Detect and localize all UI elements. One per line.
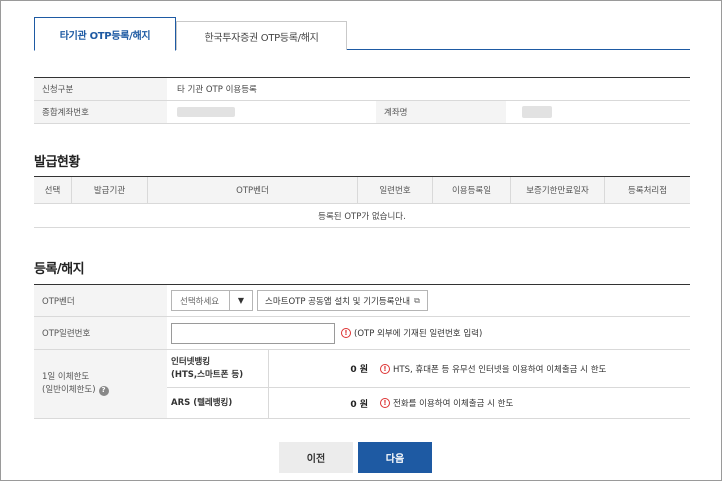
account-no-label: 종합계좌번호	[34, 101, 167, 123]
account-name-label: 계좌명	[376, 101, 506, 123]
internet-label-line2: (HTS,스마트폰 등)	[171, 369, 244, 380]
serial-row: OTP일련번호 ! (OTP 외부에 기재된 일련번호 입력)	[34, 317, 690, 350]
ars-note-text: 전화를 이용하여 이체출금 시 한도	[393, 399, 514, 409]
vendor-select-value: 선택하세요	[172, 291, 230, 310]
limit-label-line2-wrap: (일반이체한도) ?	[42, 384, 109, 397]
internet-amount: 0 원	[350, 365, 368, 375]
caret-down-icon: ▼	[237, 296, 245, 305]
request-info-table: 신청구분 타 기관 OTP 이용등록 종합계좌번호 계좌명	[34, 77, 690, 124]
col-serial: 일련번호	[358, 177, 433, 203]
request-type-row: 신청구분 타 기관 OTP 이용등록	[34, 78, 690, 101]
vendor-row: OTP벤더 선택하세요 ▼ 스마트OTP 공동앱 설치 및 기기등록안내 ⧉	[34, 285, 690, 317]
register-form: OTP벤더 선택하세요 ▼ 스마트OTP 공동앱 설치 및 기기등록안내 ⧉ O…	[34, 284, 690, 419]
internet-label-line1: 인터넷뱅킹	[171, 356, 211, 367]
question-circle-icon[interactable]: ?	[98, 385, 109, 396]
col-issuer: 발급기관	[72, 177, 148, 203]
serial-note-text: (OTP 외부에 기재된 일련번호 입력)	[354, 329, 483, 339]
account-name-value	[506, 101, 552, 123]
limit-detail: 인터넷뱅킹 (HTS,스마트폰 등) 0 원 ! HTS, 휴대폰 등 유무선 …	[167, 350, 690, 418]
ars-limit-row: ARS (텔레뱅킹) 0 원 ! 전화를 이용하여 이체출금 시 한도	[167, 388, 690, 418]
limit-row: 1일 이체한도 (일반이체한도) ? 인터넷뱅킹 (HTS,스마트폰 등) 0 …	[34, 350, 690, 419]
internet-label: 인터넷뱅킹 (HTS,스마트폰 등)	[167, 350, 269, 387]
col-vendor: OTP벤더	[148, 177, 358, 203]
serial-note: ! (OTP 외부에 기재된 일련번호 입력)	[341, 327, 482, 339]
ars-label: ARS (텔레뱅킹)	[167, 388, 269, 418]
ars-amount: 0 원	[350, 399, 368, 410]
new-window-icon: ⧉	[414, 295, 420, 305]
smart-otp-guide-label: 스마트OTP 공동앱 설치 및 기기등록안내	[265, 296, 411, 307]
limit-label: 1일 이체한도 (일반이체한도) ?	[34, 350, 167, 418]
smart-otp-guide-button[interactable]: 스마트OTP 공동앱 설치 및 기기등록안내 ⧉	[257, 290, 428, 311]
vendor-select[interactable]: 선택하세요 ▼	[171, 290, 253, 311]
account-row: 종합계좌번호 계좌명	[34, 101, 690, 124]
masked-account-name	[522, 106, 552, 118]
prev-button[interactable]: 이전	[279, 442, 353, 473]
request-type-value: 타 기관 OTP 이용등록	[177, 85, 257, 95]
serial-label: OTP일련번호	[34, 317, 167, 349]
account-no-value	[167, 101, 376, 123]
issue-section-title: 발급현황	[34, 155, 80, 170]
next-button[interactable]: 다음	[358, 442, 432, 473]
issue-table: 선택 발급기관 OTP벤더 일련번호 이용등록일 보증기한만료일자 등록처리점 …	[34, 176, 690, 228]
internet-note-wrap: ! HTS, 휴대폰 등 유무선 인터넷을 이용하여 이체출금 시 한도	[380, 363, 606, 375]
col-branch: 등록처리점	[627, 186, 668, 196]
col-register-date: 이용등록일	[433, 177, 511, 203]
page-frame: 타기관 OTP등록/해지 한국투자증권 OTP등록/해지 신청구분 타 기관 O…	[0, 0, 722, 481]
serial-controls: ! (OTP 외부에 기재된 일련번호 입력)	[167, 317, 690, 349]
col-select: 선택	[34, 177, 72, 203]
internet-note: ! HTS, 휴대폰 등 유무선 인터넷을 이용하여 이체출금 시 한도	[378, 350, 606, 387]
tab-other-otp[interactable]: 타기관 OTP등록/해지	[34, 17, 176, 51]
exclamation-circle-icon: !	[341, 328, 351, 338]
internet-limit-row: 인터넷뱅킹 (HTS,스마트폰 등) 0 원 ! HTS, 휴대폰 등 유무선 …	[167, 350, 690, 388]
vendor-controls: 선택하세요 ▼ 스마트OTP 공동앱 설치 및 기기등록안내 ⧉	[167, 285, 690, 316]
register-section-title: 등록/해지	[34, 262, 85, 277]
exclamation-circle-icon: !	[380, 363, 390, 374]
masked-account-number	[177, 107, 235, 117]
ars-note: ! 전화를 이용하여 이체출금 시 한도	[378, 388, 513, 418]
col-warranty-expiry: 보증기한만료일자	[511, 177, 605, 203]
internet-note-text: HTS, 휴대폰 등 유무선 인터넷을 이용하여 이체출금 시 한도	[393, 364, 607, 375]
vendor-label: OTP벤더	[34, 285, 167, 316]
exclamation-circle-icon: !	[380, 398, 390, 408]
tab-bar: 타기관 OTP등록/해지 한국투자증권 OTP등록/해지	[34, 17, 690, 51]
limit-label-line2: (일반이체한도)	[42, 385, 96, 395]
request-type-label: 신청구분	[34, 78, 167, 100]
serial-input[interactable]	[171, 322, 335, 344]
issue-empty-message: 등록된 OTP가 없습니다.	[34, 204, 690, 228]
issue-table-header: 선택 발급기관 OTP벤더 일련번호 이용등록일 보증기한만료일자 등록처리점	[34, 177, 690, 204]
ars-note-wrap: ! 전화를 이용하여 이체출금 시 한도	[380, 397, 513, 409]
tab-kis-otp[interactable]: 한국투자증권 OTP등록/해지	[176, 21, 347, 50]
limit-label-line1: 1일 이체한도	[42, 372, 90, 382]
